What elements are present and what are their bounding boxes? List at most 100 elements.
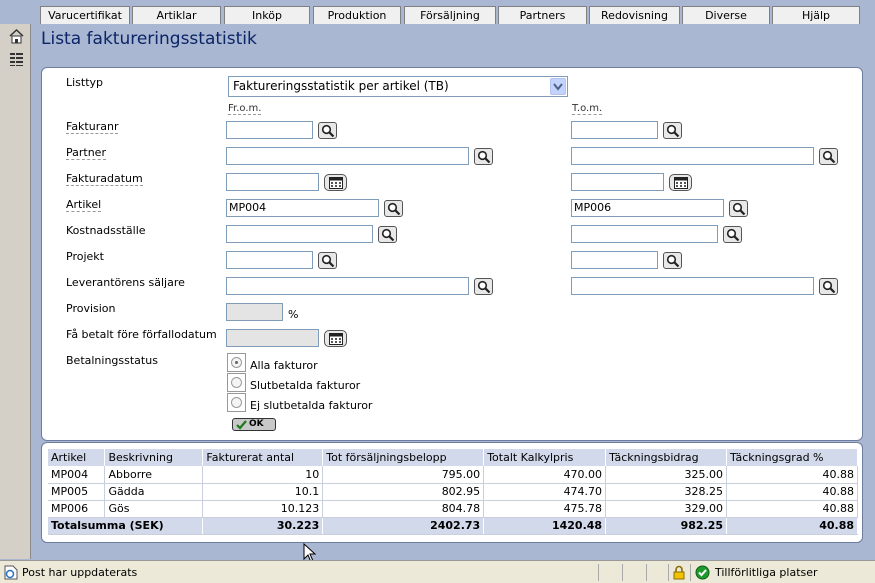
- search-icon: [822, 280, 836, 294]
- betalt-fore-forfallodatum-field[interactable]: [226, 329, 319, 347]
- fakturadatum-to-field[interactable]: [571, 173, 664, 191]
- radio-indicator[interactable]: [231, 397, 242, 408]
- cell-artikel: MP004: [48, 466, 106, 484]
- column-header[interactable]: Täckningsgrad %: [726, 449, 858, 466]
- table-row[interactable]: MP006 Gös 10.123 804.78 475.78 329.00 40…: [48, 500, 858, 518]
- search-icon: [477, 150, 491, 164]
- radio-ej-slutbetalda-fakturor[interactable]: [227, 393, 246, 412]
- column-header[interactable]: Artikel: [48, 449, 106, 466]
- partner-from-search-button[interactable]: [474, 148, 493, 165]
- projekt-from-search-button[interactable]: [318, 252, 337, 269]
- to-header: T.o.m.: [572, 103, 603, 115]
- tab-redovisning[interactable]: Redovisning: [589, 6, 680, 24]
- tab-diverse[interactable]: Diverse: [682, 6, 770, 24]
- from-header: Fr.o.m.: [228, 103, 262, 115]
- column-header[interactable]: Totalt Kalkylpris: [483, 449, 607, 466]
- saljare-from-search-button[interactable]: [474, 278, 493, 295]
- saljare-to-field[interactable]: [571, 277, 814, 295]
- saljare-to-search-button[interactable]: [819, 278, 838, 295]
- radio-slutbetalda-fakturor[interactable]: [227, 373, 246, 392]
- kostnadsstalle-from-search-button[interactable]: [378, 226, 397, 243]
- total-forsaljningsbelopp: 2402.73: [322, 517, 485, 535]
- betalt-calendar-button[interactable]: [324, 330, 347, 347]
- search-icon: [387, 202, 401, 216]
- tab-artiklar[interactable]: Artiklar: [132, 6, 221, 24]
- fakturadatum-to-calendar-button[interactable]: [669, 174, 692, 191]
- calendar-icon: [329, 333, 343, 345]
- cell-tackningsbidrag: 329.00: [605, 500, 728, 518]
- radio-alla-label: Alla fakturor: [250, 359, 318, 372]
- fakturadatum-from-field[interactable]: [226, 173, 319, 191]
- fakturadatum-from-calendar-button[interactable]: [324, 174, 347, 191]
- total-tackningsgrad: 40.88: [726, 517, 858, 535]
- ie-page-icon: [4, 565, 18, 580]
- list-icon[interactable]: [8, 50, 25, 67]
- artikel-from-search-button[interactable]: [384, 200, 403, 217]
- provision-field[interactable]: [226, 303, 283, 321]
- tab-forsaljning[interactable]: Försäljning: [404, 6, 496, 24]
- fakturanr-to-field[interactable]: [571, 121, 658, 139]
- cell-forsaljningsbelopp: 795.00: [322, 466, 485, 484]
- results-panel: Artikel Beskrivning Fakturerat antal Tot…: [41, 442, 863, 543]
- cell-tackningsbidrag: 325.00: [605, 466, 728, 484]
- fakturanr-from-search-button[interactable]: [318, 122, 337, 139]
- cell-tackningsgrad: 40.88: [726, 483, 858, 501]
- column-header[interactable]: Tot försäljningsbelopp: [322, 449, 485, 466]
- kostnadsstalle-from-field[interactable]: [226, 225, 373, 243]
- partner-from-field[interactable]: [226, 147, 469, 165]
- lock-icon: [673, 565, 685, 580]
- provision-label: Provision: [66, 302, 116, 315]
- tab-varucertifikat[interactable]: Varucertifikat: [40, 6, 130, 24]
- status-divider: [668, 564, 669, 581]
- column-header[interactable]: Beskrivning: [104, 449, 204, 466]
- column-header[interactable]: Fakturerat antal: [202, 449, 324, 466]
- fakturanr-from-field[interactable]: [226, 121, 313, 139]
- radio-indicator[interactable]: [231, 377, 242, 388]
- kostnadsstalle-to-search-button[interactable]: [723, 226, 742, 243]
- table-row[interactable]: MP005 Gädda 10.1 802.95 474.70 328.25 40…: [48, 483, 858, 501]
- dropdown-arrow-icon[interactable]: [550, 78, 566, 95]
- projekt-from-field[interactable]: [226, 251, 313, 269]
- tab-hjalp[interactable]: Hjälp: [772, 6, 860, 24]
- artikel-to-field[interactable]: MP006: [571, 199, 724, 217]
- search-icon: [822, 150, 836, 164]
- artikel-from-field[interactable]: MP004: [226, 199, 379, 217]
- kostnadsstalle-label: Kostnadsställe: [66, 224, 146, 237]
- fakturanr-to-search-button[interactable]: [663, 122, 682, 139]
- home-icon[interactable]: [8, 28, 25, 45]
- search-icon: [666, 124, 680, 138]
- table-row[interactable]: MP004 Abborre 10 795.00 470.00 325.00 40…: [48, 466, 858, 484]
- listtyp-select[interactable]: Faktureringsstatistik per artikel (TB): [228, 76, 568, 97]
- listtyp-label: Listtyp: [66, 76, 104, 89]
- saljare-from-field[interactable]: [226, 277, 469, 295]
- status-divider: [598, 564, 599, 581]
- tab-inkop[interactable]: Inköp: [224, 6, 310, 24]
- radio-alla-fakturor[interactable]: [227, 353, 246, 372]
- status-divider: [690, 564, 691, 581]
- calendar-icon: [329, 177, 343, 189]
- projekt-to-field[interactable]: [571, 251, 658, 269]
- cell-beskrivning: Gös: [104, 500, 204, 518]
- kostnadsstalle-to-field[interactable]: [571, 225, 718, 243]
- column-header[interactable]: Täckningsbidrag: [605, 449, 728, 466]
- search-icon: [732, 202, 746, 216]
- search-icon: [666, 254, 680, 268]
- filter-form: Listtyp Faktureringsstatistik per artike…: [41, 67, 863, 441]
- ok-button[interactable]: OK: [232, 418, 276, 431]
- cell-antal: 10.1: [202, 483, 324, 501]
- projekt-to-search-button[interactable]: [663, 252, 682, 269]
- total-kalkylpris: 1420.48: [483, 517, 607, 535]
- listtyp-value: Faktureringsstatistik per artikel (TB): [233, 79, 449, 93]
- radio-indicator[interactable]: [231, 357, 242, 368]
- partner-to-search-button[interactable]: [819, 148, 838, 165]
- artikel-to-search-button[interactable]: [729, 200, 748, 217]
- tab-partners[interactable]: Partners: [498, 6, 587, 24]
- table-header-row: Artikel Beskrivning Fakturerat antal Tot…: [48, 449, 858, 466]
- tab-produktion[interactable]: Produktion: [313, 6, 401, 24]
- partner-label: Partner: [66, 146, 106, 160]
- results-table: Artikel Beskrivning Fakturerat antal Tot…: [48, 449, 858, 535]
- search-icon: [477, 280, 491, 294]
- partner-to-field[interactable]: [571, 147, 814, 165]
- cell-kalkylpris: 470.00: [483, 466, 607, 484]
- cell-kalkylpris: 475.78: [483, 500, 607, 518]
